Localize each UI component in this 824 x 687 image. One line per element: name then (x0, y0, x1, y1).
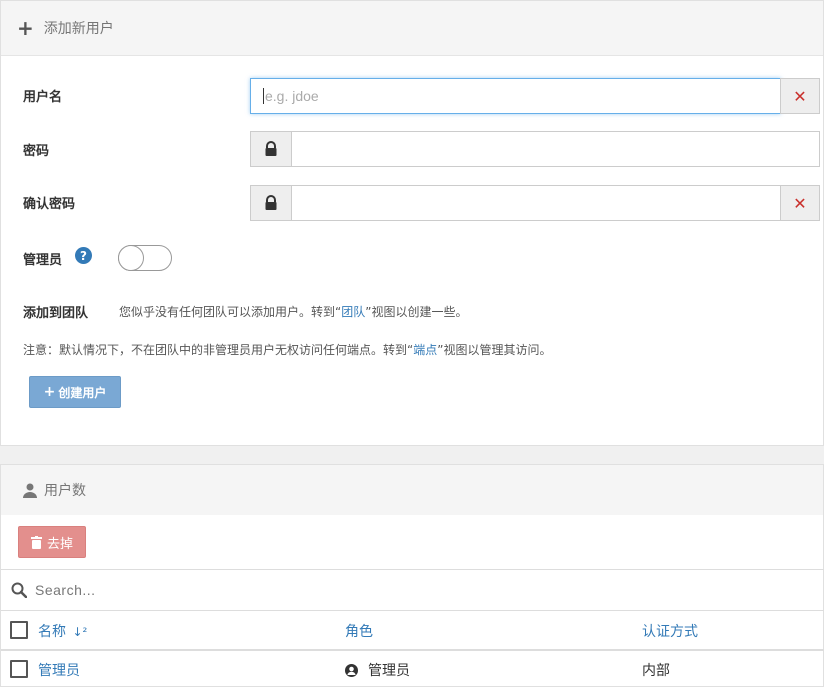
add-user-panel: + 添加新用户 用户名 e.g. jdoe ✕ 密码 确认密码 ✕ 管理员 ? … (0, 0, 824, 446)
row-checkbox[interactable] (10, 660, 28, 678)
add-user-header: + 添加新用户 (1, 1, 823, 56)
remove-label: 去掉 (46, 536, 73, 552)
user-icon (23, 483, 37, 498)
endpoints-link[interactable]: 端点 (413, 343, 437, 357)
confirm-password-input[interactable] (291, 185, 781, 221)
username-input[interactable]: e.g. jdoe (250, 78, 781, 114)
create-user-label: 创建用户 (58, 385, 107, 400)
confirm-lock-addon (250, 185, 292, 221)
plus-icon: + (17, 16, 34, 40)
column-auth-header[interactable]: 认证方式 (642, 621, 698, 641)
close-icon: ✕ (793, 193, 807, 213)
trash-icon (30, 535, 42, 549)
search-placeholder: Search... (35, 582, 96, 598)
table-header: 名称 ↓² 角色 认证方式 (1, 611, 824, 651)
user-name-link[interactable]: 管理员 (38, 660, 80, 680)
close-icon: ✕ (793, 86, 807, 106)
add-user-title: 添加新用户 (43, 21, 114, 37)
text-cursor (263, 88, 264, 104)
sort-icon: ↓² (72, 625, 88, 639)
team-label: 添加到团队 (23, 306, 89, 321)
teams-link[interactable]: 团队 (341, 305, 365, 319)
users-title: 用户数 (44, 483, 86, 499)
team-info-text-end: ”视图以创建一些。 (365, 305, 468, 319)
help-icon[interactable]: ? (75, 247, 92, 264)
column-name-header[interactable]: 名称 ↓² (38, 621, 87, 641)
user-auth: 内部 (642, 663, 670, 679)
column-role-header[interactable]: 角色 (345, 621, 373, 641)
note-text: 注意：默认情况下，不在团队中的非管理员用户无权访问任何端点。转到“端点”视图以管… (23, 341, 551, 358)
search-bar[interactable]: Search... (1, 569, 824, 611)
lock-icon (265, 141, 277, 156)
confirm-password-label: 确认密码 (23, 197, 76, 212)
clear-confirm-button[interactable]: ✕ (780, 185, 820, 221)
team-info-text: 您似乎没有任何团队可以添加用户。转到“ (119, 305, 342, 319)
password-lock-addon (250, 131, 292, 167)
remove-button[interactable]: 去掉 (18, 526, 86, 558)
user-role: 管理员 (345, 660, 410, 680)
team-info: 您似乎没有任何团队可以添加用户。转到“团队”视图以创建一些。 (119, 303, 467, 320)
username-placeholder: e.g. jdoe (265, 88, 319, 104)
plus-icon: + (43, 384, 56, 400)
note-text-end: ”视图以管理其访问。 (437, 343, 552, 357)
users-panel: 用户数 去掉 Search... 名称 ↓² 角色 认证方式 管理员 管理员 内… (0, 464, 824, 687)
user-circle-icon (345, 663, 358, 677)
note-text-start: 注意：默认情况下，不在团队中的非管理员用户无权访问任何端点。转到“ (23, 343, 414, 357)
password-label: 密码 (23, 144, 50, 159)
admin-toggle[interactable] (118, 245, 172, 271)
table-row: 管理员 管理员 内部 (1, 651, 824, 687)
users-header: 用户数 (1, 465, 823, 515)
password-input[interactable] (291, 131, 820, 167)
clear-username-button[interactable]: ✕ (780, 78, 820, 114)
toggle-knob (118, 245, 144, 271)
column-name-label: 名称 (38, 624, 66, 640)
create-user-button[interactable]: + 创建用户 (29, 376, 121, 408)
admin-label: 管理员 (23, 253, 63, 268)
user-role-label: 管理员 (368, 663, 410, 679)
search-icon (11, 582, 27, 598)
username-label: 用户名 (23, 90, 63, 105)
select-all-checkbox[interactable] (10, 621, 28, 639)
lock-icon (265, 195, 277, 210)
